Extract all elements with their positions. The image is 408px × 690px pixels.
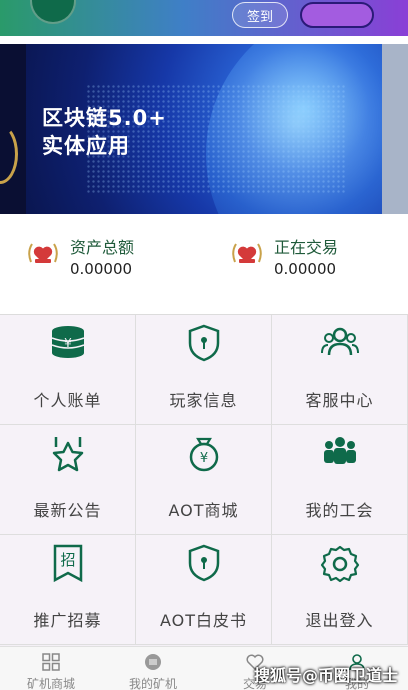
asset-stats: 资产总额 0.00000 正在交易 0.00000 (0, 226, 408, 298)
tab-miner-store[interactable]: 矿机商城 (0, 647, 102, 690)
trading-label: 正在交易 (274, 238, 339, 257)
shield-lock-icon (188, 544, 219, 582)
menu-item-my-guild[interactable]: 我的工会 (272, 425, 408, 535)
trading-value: 0.00000 (274, 260, 337, 278)
menu-item-label: 玩家信息 (169, 391, 238, 410)
trading-stat: 正在交易 0.00000 (230, 234, 400, 284)
menu-item-recruit[interactable]: 招 推广招募 (0, 535, 136, 645)
laurel-decoration (0, 124, 18, 184)
watermark-text: 搜狐号@币圈卫道士 (254, 666, 399, 685)
menu-item-label: 最新公告 (33, 501, 102, 520)
promo-banner[interactable]: 区块链5.0+ 实体应用 (0, 44, 408, 214)
menu-item-whitepaper[interactable]: AOT白皮书 (136, 535, 272, 645)
group-icon (323, 437, 356, 464)
shield-lock-icon (188, 324, 219, 362)
menu-item-label: 我的工会 (305, 501, 374, 520)
banner-left-edge (0, 44, 26, 214)
banner-headline: 区块链5.0+ 实体应用 (42, 104, 167, 160)
total-assets-stat: 资产总额 0.00000 (26, 234, 196, 284)
top-header: 签到 (0, 0, 408, 36)
heart-badge-icon (232, 243, 262, 263)
gear-icon (320, 545, 359, 583)
menu-item-support[interactable]: 客服中心 (272, 315, 408, 425)
menu-item-label: 客服中心 (305, 391, 374, 410)
coins-stack-icon: ¥ (51, 326, 84, 358)
grid-icon (42, 653, 60, 671)
tab-my-miners[interactable]: 我的矿机 (102, 647, 204, 690)
banner-right-edge (382, 44, 408, 214)
svg-text:招: 招 (60, 551, 75, 569)
svg-text:¥: ¥ (64, 336, 72, 350)
menu-item-label: 退出登入 (305, 611, 374, 630)
banner-headline-line1: 区块链5.0+ (42, 106, 167, 130)
recruit-banner-icon: 招 (53, 544, 82, 583)
menu-item-label: 个人账单 (33, 391, 102, 410)
banner-headline-line2: 实体应用 (42, 134, 130, 158)
menu-item-aot-store[interactable]: ¥ AOT商城 (136, 425, 272, 535)
machine-icon (145, 654, 161, 670)
heart-badge-icon (28, 243, 58, 263)
menu-item-bill[interactable]: ¥ 个人账单 (0, 315, 136, 425)
menu-grid: ¥ 个人账单 玩家信息 客服中心 最新公告 ¥ AOT商城 我的工会 招 推广招… (0, 314, 408, 646)
menu-item-label: AOT商城 (168, 501, 239, 520)
sign-in-button[interactable]: 签到 (232, 2, 288, 28)
tab-label: 我的矿机 (128, 677, 177, 690)
menu-item-label: 推广招募 (33, 611, 102, 630)
star-ribbon-icon (52, 437, 83, 472)
users-icon (320, 327, 359, 356)
total-assets-label: 资产总额 (70, 238, 135, 257)
total-assets-value: 0.00000 (70, 260, 133, 278)
svg-text:¥: ¥ (199, 451, 207, 466)
menu-item-player-info[interactable]: 玩家信息 (136, 315, 272, 425)
money-bag-icon: ¥ (189, 437, 218, 472)
menu-item-announcements[interactable]: 最新公告 (0, 425, 136, 535)
tab-label: 矿机商城 (26, 677, 75, 690)
menu-item-logout[interactable]: 退出登入 (272, 535, 408, 645)
menu-item-label: AOT白皮书 (159, 611, 248, 630)
avatar[interactable] (30, 0, 76, 24)
header-action-button[interactable] (300, 2, 374, 28)
